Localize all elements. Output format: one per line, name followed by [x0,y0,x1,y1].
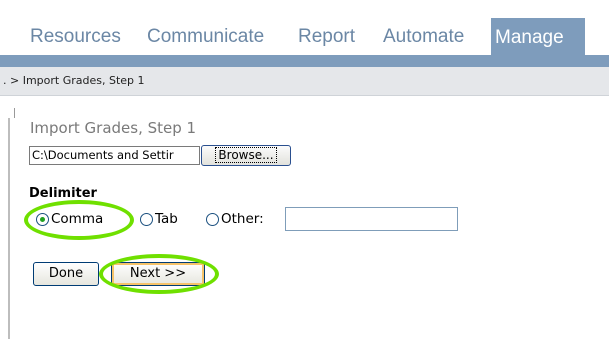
tab-manage[interactable]: Manage [491,18,585,55]
breadcrumb-text: . > Import Grades, Step 1 [3,74,145,87]
delimiter-label: Delimiter [29,186,97,201]
left-border [8,118,10,339]
radio-other-label: Other: [221,211,264,227]
tab-resources[interactable]: Resources [30,24,121,50]
page-title: Import Grades, Step 1 [30,119,197,137]
radio-tab[interactable] [140,213,153,226]
other-delimiter-input[interactable] [285,207,458,231]
left-border-tick [14,108,15,118]
browse-button-label: Browse... [215,147,277,163]
tab-automate[interactable]: Automate [383,24,464,50]
radio-tab-label: Tab [155,211,178,227]
nav-band [0,55,609,67]
highlight-ellipse-comma [24,200,134,240]
highlight-ellipse-next [99,254,219,294]
done-button[interactable]: Done [33,262,99,286]
tab-report[interactable]: Report [298,24,355,50]
breadcrumb: . > Import Grades, Step 1 [0,67,609,96]
top-navigation: Resources Communicate Report Automate Ma… [0,0,609,55]
tab-communicate[interactable]: Communicate [147,24,264,50]
radio-other[interactable] [206,213,219,226]
file-path-input[interactable]: C:\Documents and Settir [29,146,200,165]
browse-button[interactable]: Browse... [201,145,291,166]
